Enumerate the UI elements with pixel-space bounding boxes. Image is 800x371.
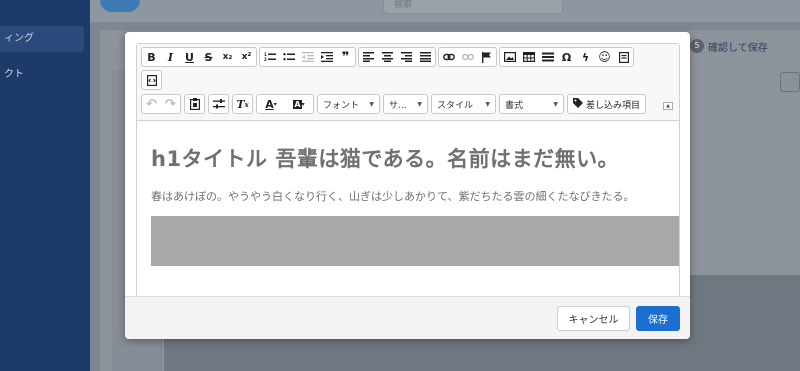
source-group [141, 70, 162, 90]
svg-text:2: 2 [264, 57, 267, 62]
size-dropdown[interactable]: サ... ▼ [383, 94, 428, 114]
underline-icon[interactable]: U [180, 48, 199, 66]
editor-toolbar: B I U S x₂ x² 12 ❞ Ω ϟ ☺ ↶ ↷ T x A ▾ A ▾… [137, 44, 679, 121]
flash-icon[interactable]: ϟ [576, 48, 595, 66]
text-style-group: B I U S x₂ x² [141, 47, 257, 67]
style-dropdown-label: スタイル [437, 100, 474, 111]
page-break-icon[interactable] [614, 48, 633, 66]
history-group: ↶ ↷ [141, 94, 181, 114]
search-placeholder: 検索 [394, 0, 413, 10]
format-dropdown[interactable]: 書式 ▼ [499, 94, 564, 114]
rich-text-modal: B I U S x₂ x² 12 ❞ Ω ϟ ☺ ↶ ↷ T x A ▾ A ▾… [125, 32, 690, 339]
horizontal-line-icon[interactable] [538, 48, 557, 66]
anchor-flag-icon[interactable] [477, 48, 496, 66]
cancel-button[interactable]: キャンセル [557, 306, 630, 331]
blockquote-icon[interactable]: ❞ [336, 48, 355, 66]
editor-content-area[interactable]: h1タイトル 吾輩は猫である。名前はまだ無い。 春はあけぼの。やうやう白くなり行… [137, 122, 679, 297]
paste-group [184, 94, 205, 114]
subscript-icon[interactable]: x₂ [218, 48, 237, 66]
size-dropdown-label: サ... [389, 100, 407, 111]
toolbar-row-2: ↶ ↷ Tx A ▾ A ▾ フォント ▼ サ... ▼ スタイル ▼ 書式 ▼… [141, 93, 647, 115]
modal-footer: キャンセル 保存 [125, 296, 690, 339]
indent-icon[interactable] [317, 48, 336, 66]
font-dropdown-label: フォント [323, 100, 360, 111]
app-sidebar: ィング クト [0, 0, 90, 371]
font-dropdown[interactable]: フォント ▼ [317, 94, 380, 114]
unlink-icon[interactable] [458, 48, 477, 66]
superscript-icon[interactable]: x² [237, 48, 256, 66]
tag-icon [573, 97, 583, 111]
link-group [438, 47, 497, 67]
insert-group: Ω ϟ ☺ [499, 47, 634, 67]
outdent-icon[interactable] [298, 48, 317, 66]
background-color-icon[interactable]: A ▾ [285, 95, 313, 113]
align-right-icon[interactable] [397, 48, 416, 66]
smiley-icon[interactable]: ☺ [595, 48, 614, 66]
align-left-icon[interactable] [359, 48, 378, 66]
remove-format-icon[interactable]: Tx [233, 95, 252, 113]
chevron-down-icon: ▼ [485, 100, 490, 108]
source-code-icon[interactable] [142, 71, 161, 89]
content-heading: h1タイトル 吾輩は猫である。名前はまだ無い。 [151, 147, 620, 171]
collapse-toolbar-icon[interactable]: ▲ [663, 102, 673, 110]
chevron-down-icon: ▼ [417, 100, 422, 108]
bulleted-list-icon[interactable] [279, 48, 298, 66]
toolbar-row-1b [141, 70, 162, 90]
strikethrough-icon[interactable]: S [199, 48, 218, 66]
format-dropdown-label: 書式 [505, 100, 524, 111]
sidebar-item-active: ィング [0, 26, 84, 52]
settings-group [208, 94, 229, 114]
align-center-icon[interactable] [378, 48, 397, 66]
merge-field-label: 差し込み項目 [586, 100, 641, 111]
image-icon[interactable] [500, 48, 519, 66]
special-char-icon[interactable]: Ω [557, 48, 576, 66]
text-color-icon[interactable]: A ▾ [257, 95, 285, 113]
clear-format-group: Tx [232, 94, 253, 114]
camera-icon [780, 72, 800, 92]
align-justify-icon[interactable] [416, 48, 435, 66]
merge-field-button[interactable]: 差し込み項目 [567, 94, 647, 114]
toolbar-row-1: B I U S x₂ x² 12 ❞ Ω ϟ ☺ [141, 47, 634, 67]
content-paragraph: 春はあけぼの。やうやう白くなり行く、山ぎは少しあかりて、紫だちたる雲の細くたなび… [151, 190, 635, 203]
table-icon[interactable] [519, 48, 538, 66]
align-group [358, 47, 436, 67]
numbered-list-icon[interactable]: 12 [260, 48, 279, 66]
link-icon[interactable] [439, 48, 458, 66]
italic-icon[interactable]: I [161, 48, 180, 66]
style-dropdown[interactable]: スタイル ▼ [431, 94, 496, 114]
undo-icon[interactable]: ↶ [142, 95, 161, 113]
count-badge: 5 [690, 39, 704, 53]
color-group: A ▾ A ▾ [256, 94, 314, 114]
paste-icon[interactable] [185, 95, 204, 113]
salesforce-logo [100, 0, 140, 12]
chevron-down-icon: ▼ [553, 100, 558, 108]
save-button[interactable]: 保存 [636, 306, 680, 331]
global-search: 検索 [383, 0, 563, 14]
sidebar-item: クト [4, 69, 24, 80]
rich-text-editor: B I U S x₂ x² 12 ❞ Ω ϟ ☺ ↶ ↷ T x A ▾ A ▾… [136, 43, 680, 314]
redo-icon[interactable]: ↷ [161, 95, 180, 113]
content-image-placeholder [151, 216, 679, 266]
bold-icon[interactable]: B [142, 48, 161, 66]
list-group: 12 ❞ [259, 47, 356, 67]
sliders-icon[interactable] [209, 95, 228, 113]
confirm-save-action: 5 確認して保存 [690, 37, 768, 55]
chevron-down-icon: ▼ [369, 100, 374, 108]
confirm-save-label: 確認して保存 [708, 42, 768, 54]
